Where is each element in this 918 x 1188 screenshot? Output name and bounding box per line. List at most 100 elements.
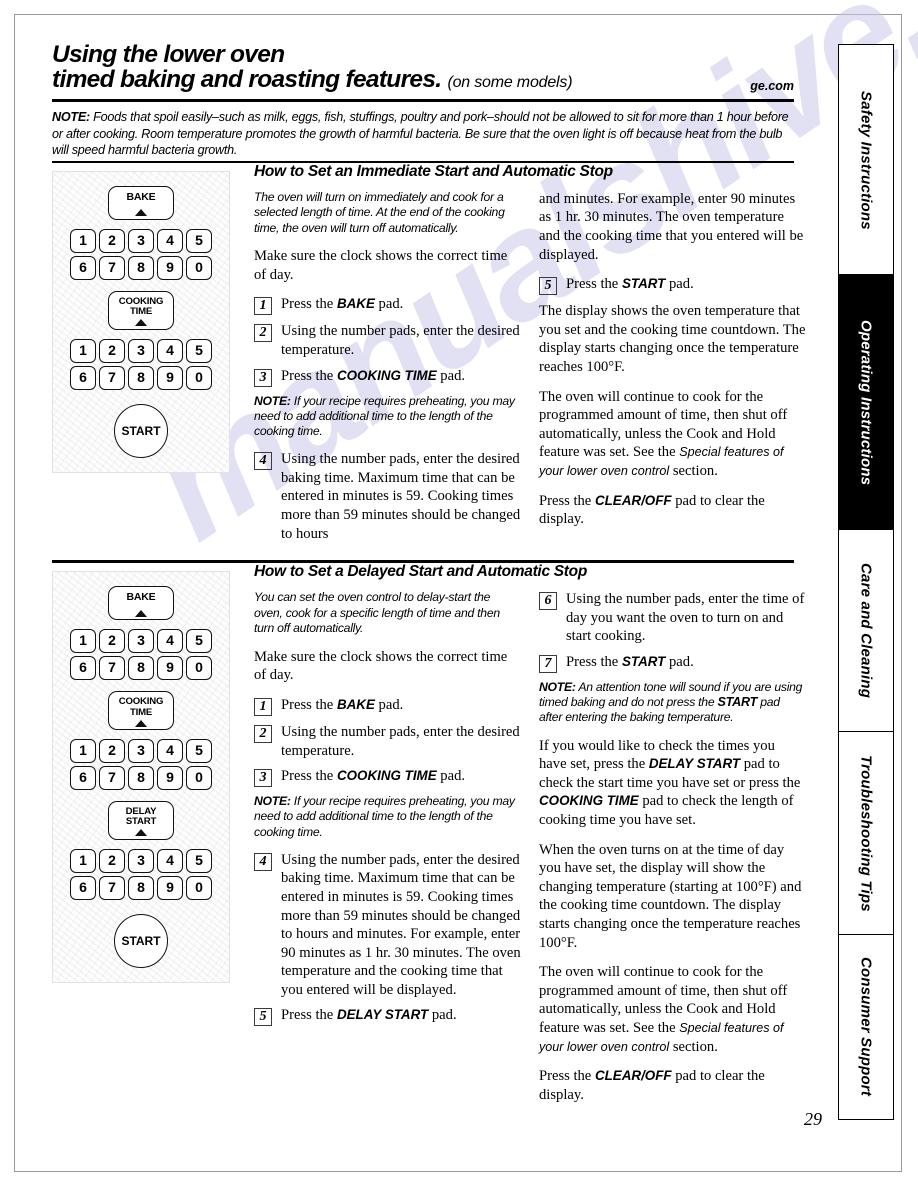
key-4[interactable]: 4 xyxy=(157,228,183,253)
key-8[interactable]: 8 xyxy=(128,875,154,900)
note-label: NOTE: xyxy=(254,794,291,809)
page-title-line2: timed baking and roasting features. (on … xyxy=(52,66,573,93)
note-label: NOTE: xyxy=(539,680,576,695)
key-8[interactable]: 8 xyxy=(128,365,154,390)
tab-care-and-cleaning[interactable]: Care and Cleaning xyxy=(838,528,894,733)
cooking-time-pad-reference: COOKING TIME xyxy=(336,367,437,383)
start-pad[interactable]: START xyxy=(114,403,168,458)
key-1[interactable]: 1 xyxy=(70,629,96,654)
step-number-box: 4 xyxy=(254,852,272,871)
tab-operating-instructions[interactable]: Operating Instructions xyxy=(838,274,894,531)
keypad-row-top: 1 2 3 4 5 xyxy=(70,739,212,764)
key-5[interactable]: 5 xyxy=(186,739,212,764)
key-4[interactable]: 4 xyxy=(157,629,183,654)
key-0[interactable]: 0 xyxy=(186,656,212,681)
tab-consumer-support[interactable]: Consumer Support xyxy=(838,933,894,1120)
key-4[interactable]: 4 xyxy=(157,739,183,764)
cooking-time-pad[interactable]: COOKING TIME xyxy=(108,290,174,330)
key-0[interactable]: 0 xyxy=(186,766,212,791)
delay-start-pad[interactable]: DELAY START xyxy=(108,801,174,840)
key-2[interactable]: 2 xyxy=(99,848,125,873)
number-keypad-1: 1 2 3 4 5 6 7 8 9 0 xyxy=(70,629,212,681)
tab-safety-instructions[interactable]: Safety Instructions xyxy=(838,44,894,276)
key-7[interactable]: 7 xyxy=(99,255,125,280)
note-label: NOTE: xyxy=(254,393,291,408)
key-1[interactable]: 1 xyxy=(70,338,96,363)
cooking-time-pad[interactable]: COOKING TIME xyxy=(108,691,174,731)
start-pad[interactable]: START xyxy=(114,913,168,968)
key-7[interactable]: 7 xyxy=(99,766,125,791)
step-text: Using the number pads, enter the desired… xyxy=(281,851,521,998)
key-6[interactable]: 6 xyxy=(70,875,96,900)
key-2[interactable]: 2 xyxy=(99,228,125,253)
bake-pad-reference: BAKE xyxy=(336,696,375,712)
key-9[interactable]: 9 xyxy=(157,365,183,390)
key-6[interactable]: 6 xyxy=(70,365,96,390)
key-3[interactable]: 3 xyxy=(128,228,154,253)
key-3[interactable]: 3 xyxy=(128,338,154,363)
step-number-box: 5 xyxy=(539,277,557,296)
key-3[interactable]: 3 xyxy=(128,739,154,764)
key-2[interactable]: 2 xyxy=(99,629,125,654)
key-9[interactable]: 9 xyxy=(157,255,183,280)
key-0[interactable]: 0 xyxy=(186,255,212,280)
control-panel-column-2: BAKE 1 2 3 4 5 6 7 8 9 0 COOKING TIME 1 … xyxy=(52,563,244,1115)
section-2-check-para: If you would like to check the times you… xyxy=(539,737,801,828)
key-6[interactable]: 6 xyxy=(70,255,96,280)
key-2[interactable]: 2 xyxy=(99,338,125,363)
section-2-column-right: 6 Using the number pads, enter the time … xyxy=(539,590,806,1115)
section-1-column-right: and minutes. For example, enter 90 minut… xyxy=(539,190,806,550)
section-2-step-3: 3 Press the COOKING TIME pad. xyxy=(254,767,521,788)
section-2-continue-para: The oven will continue to cook for the p… xyxy=(539,964,788,1055)
key-9[interactable]: 9 xyxy=(157,875,183,900)
key-8[interactable]: 8 xyxy=(128,656,154,681)
tab-troubleshooting-tips[interactable]: Troubleshooting Tips xyxy=(838,731,894,936)
key-6[interactable]: 6 xyxy=(70,656,96,681)
cooking-time-pad-label-line2: TIME xyxy=(129,706,153,718)
section-immediate-start: BAKE 1 2 3 4 5 6 7 8 9 0 COOKING TIME 1 … xyxy=(52,163,805,550)
key-9[interactable]: 9 xyxy=(157,766,183,791)
key-0[interactable]: 0 xyxy=(186,365,212,390)
key-1[interactable]: 1 xyxy=(70,848,96,873)
key-8[interactable]: 8 xyxy=(128,255,154,280)
key-2[interactable]: 2 xyxy=(99,739,125,764)
key-5[interactable]: 5 xyxy=(186,629,212,654)
section-1-column-left: The oven will turn on immediately and co… xyxy=(254,190,521,550)
key-3[interactable]: 3 xyxy=(128,629,154,654)
top-note-label: NOTE: xyxy=(52,110,90,124)
bake-pad[interactable]: BAKE xyxy=(108,586,174,621)
delay-start-pad-reference: DELAY START xyxy=(648,756,741,772)
step-text: Press the DELAY START pad. xyxy=(281,1007,457,1024)
up-arrow-icon xyxy=(135,719,147,727)
key-3[interactable]: 3 xyxy=(128,848,154,873)
section-2-columns: You can set the oven control to delay-st… xyxy=(254,590,806,1115)
tab-label: Operating Instructions xyxy=(857,319,875,486)
key-5[interactable]: 5 xyxy=(186,848,212,873)
key-7[interactable]: 7 xyxy=(99,656,125,681)
key-1[interactable]: 1 xyxy=(70,228,96,253)
key-0[interactable]: 0 xyxy=(186,875,212,900)
ge-com-link[interactable]: ge.com xyxy=(750,79,794,93)
key-7[interactable]: 7 xyxy=(99,365,125,390)
key-1[interactable]: 1 xyxy=(70,739,96,764)
top-note: NOTE: Foods that spoil easily–such as mi… xyxy=(52,109,794,159)
key-9[interactable]: 9 xyxy=(157,656,183,681)
bake-pad[interactable]: BAKE xyxy=(108,185,174,220)
step-number-box: 1 xyxy=(254,297,272,316)
key-4[interactable]: 4 xyxy=(157,848,183,873)
section-2-attention-note: NOTE: An attention tone will sound if yo… xyxy=(539,680,803,725)
step-text: Using the number pads, enter the desired… xyxy=(281,323,520,359)
bake-pad-label: BAKE xyxy=(126,591,156,604)
key-7[interactable]: 7 xyxy=(99,875,125,900)
key-4[interactable]: 4 xyxy=(157,338,183,363)
key-5[interactable]: 5 xyxy=(186,228,212,253)
section-1-display-para: The display shows the oven temperature t… xyxy=(539,303,806,375)
section-1-clear-para: Press the CLEAR/OFF pad to clear the dis… xyxy=(539,492,765,528)
step-text: Press the START pad. xyxy=(566,654,694,671)
bake-pad-label: BAKE xyxy=(126,190,156,203)
key-8[interactable]: 8 xyxy=(128,766,154,791)
key-5[interactable]: 5 xyxy=(186,338,212,363)
section-1-preheat-note: NOTE: If your recipe requires preheating… xyxy=(254,393,515,439)
key-6[interactable]: 6 xyxy=(70,766,96,791)
section-2-step-6: 6 Using the number pads, enter the time … xyxy=(539,590,806,646)
